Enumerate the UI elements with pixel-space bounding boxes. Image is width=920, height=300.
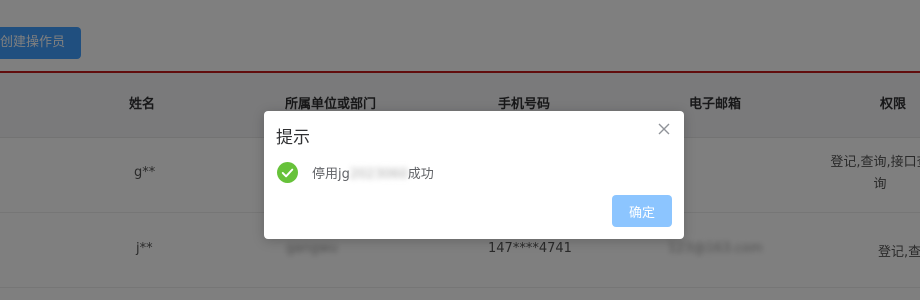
message-prefix: 停用jg [312,166,350,182]
confirm-button[interactable]: 确定 [612,195,672,227]
message-masked-id: 2023060 [349,166,408,182]
dialog-message: 停用jg2023060成功 [312,163,434,182]
dialog-title: 提示 [276,128,310,148]
success-check-icon [277,161,298,183]
message-dialog: 提示 停用jg2023060成功 确定 [264,111,684,239]
dialog-message-row: 停用jg2023060成功 [277,161,434,183]
close-icon[interactable] [654,119,674,139]
message-suffix: 成功 [407,166,434,182]
